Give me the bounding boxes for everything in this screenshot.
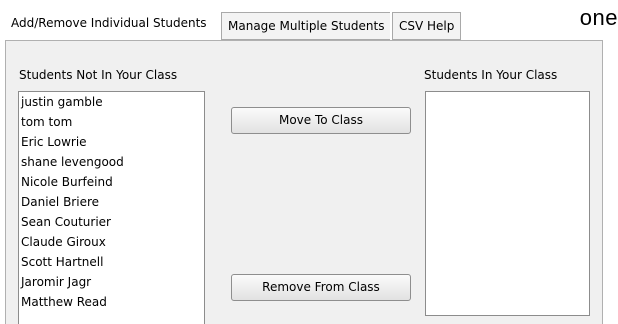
move-to-class-button[interactable]: Move To Class [231,107,411,134]
student-list-item[interactable]: tom tom [19,112,204,132]
tab-csv-help[interactable]: CSV Help [392,12,462,40]
student-list-item[interactable]: Nicole Burfeind [19,172,204,192]
student-list-item[interactable]: justin gamble [19,92,204,112]
tab-add-remove-individual[interactable]: Add/Remove Individual Students [5,10,213,41]
students-not-in-class-list[interactable]: justin gamble tom tom Eric Lowrie shane … [18,91,205,324]
student-list-item[interactable]: Claude Giroux [19,232,204,252]
students-in-class-list[interactable] [425,91,590,316]
remove-from-class-button[interactable]: Remove From Class [231,274,411,301]
student-manager-window: Add/Remove Individual Students Manage Mu… [0,0,618,324]
students-not-in-class-label: Students Not In Your Class [19,68,178,82]
student-list-item[interactable]: shane levengood [19,152,204,172]
content-panel: Students Not In Your Class Students In Y… [5,40,603,324]
student-list-item[interactable]: Matthew Read [19,292,204,312]
student-list-item[interactable]: Daniel Briere [19,192,204,212]
student-list-item[interactable]: Scott Hartnell [19,252,204,272]
students-in-class-label: Students In Your Class [424,68,558,82]
tab-manage-multiple[interactable]: Manage Multiple Students [221,12,391,40]
student-list-item[interactable]: Jaromir Jagr [19,272,204,292]
overlay-caption: one [579,5,618,30]
student-list-item[interactable]: Eric Lowrie [19,132,204,152]
student-list-item[interactable]: Sean Couturier [19,212,204,232]
